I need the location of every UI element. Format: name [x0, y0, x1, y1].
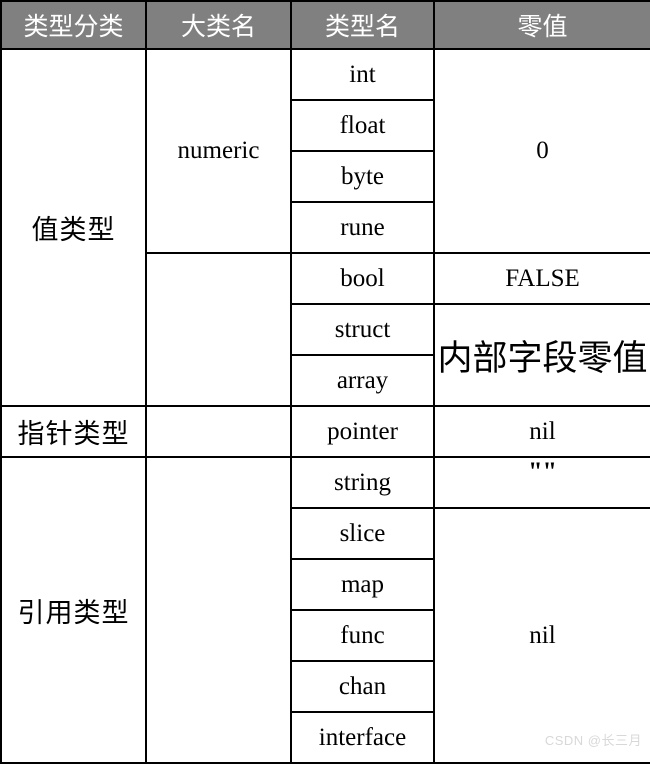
type-name-cell-slice: slice [290, 507, 435, 560]
type-name-cell-rune: rune [290, 201, 435, 254]
zero-value-cell-reference: nil [433, 507, 650, 764]
big-type-cell-empty-reference-group [145, 456, 292, 764]
table-header: 类型分类 大类名 类型名 零值 [0, 0, 650, 50]
zero-value-cell-struct-array: 内部字段零值 [433, 303, 650, 407]
go-type-zero-value-table: 类型分类 大类名 类型名 零值 值类型 numeric int 0 float … [0, 0, 650, 764]
header-row: 类型分类 大类名 类型名 零值 [0, 0, 650, 50]
type-name-cell-array: array [290, 354, 435, 407]
type-name-cell-string: string [290, 456, 435, 509]
big-type-cell-empty-value-group [145, 252, 292, 407]
column-header-zero-value: 零值 [433, 0, 650, 50]
type-name-cell-byte: byte [290, 150, 435, 203]
type-name-cell-bool: bool [290, 252, 435, 305]
zero-value-cell-bool: FALSE [433, 252, 650, 305]
category-cell-reference-type: 引用类型 [0, 456, 147, 764]
column-header-category: 类型分类 [0, 0, 147, 50]
type-name-cell-int: int [290, 48, 435, 101]
big-type-cell-numeric: numeric [145, 48, 292, 254]
table-container: 类型分类 大类名 类型名 零值 值类型 numeric int 0 float … [0, 0, 650, 764]
type-name-cell-float: float [290, 99, 435, 152]
category-cell-pointer-type: 指针类型 [0, 405, 147, 458]
type-name-cell-map: map [290, 558, 435, 611]
type-name-cell-interface: interface [290, 711, 435, 764]
zero-value-cell-pointer: nil [433, 405, 650, 458]
column-header-big-type: 大类名 [145, 0, 292, 50]
table-row: 指针类型 pointer nil [0, 405, 650, 458]
type-name-cell-pointer: pointer [290, 405, 435, 458]
type-name-cell-chan: chan [290, 660, 435, 713]
big-type-cell-empty-pointer-group [145, 405, 292, 458]
zero-value-cell-numeric: 0 [433, 48, 650, 254]
table-row: 值类型 numeric int 0 [0, 48, 650, 407]
zero-value-cell-string: "" [433, 456, 650, 509]
table-row: 引用类型 string "" [0, 456, 650, 764]
table-body: 值类型 numeric int 0 float byte rune bool F… [0, 48, 650, 764]
column-header-type-name: 类型名 [290, 0, 435, 50]
type-name-cell-func: func [290, 609, 435, 662]
type-name-cell-struct: struct [290, 303, 435, 356]
empty-string-literal: "" [528, 457, 557, 486]
category-cell-value-type: 值类型 [0, 48, 147, 407]
